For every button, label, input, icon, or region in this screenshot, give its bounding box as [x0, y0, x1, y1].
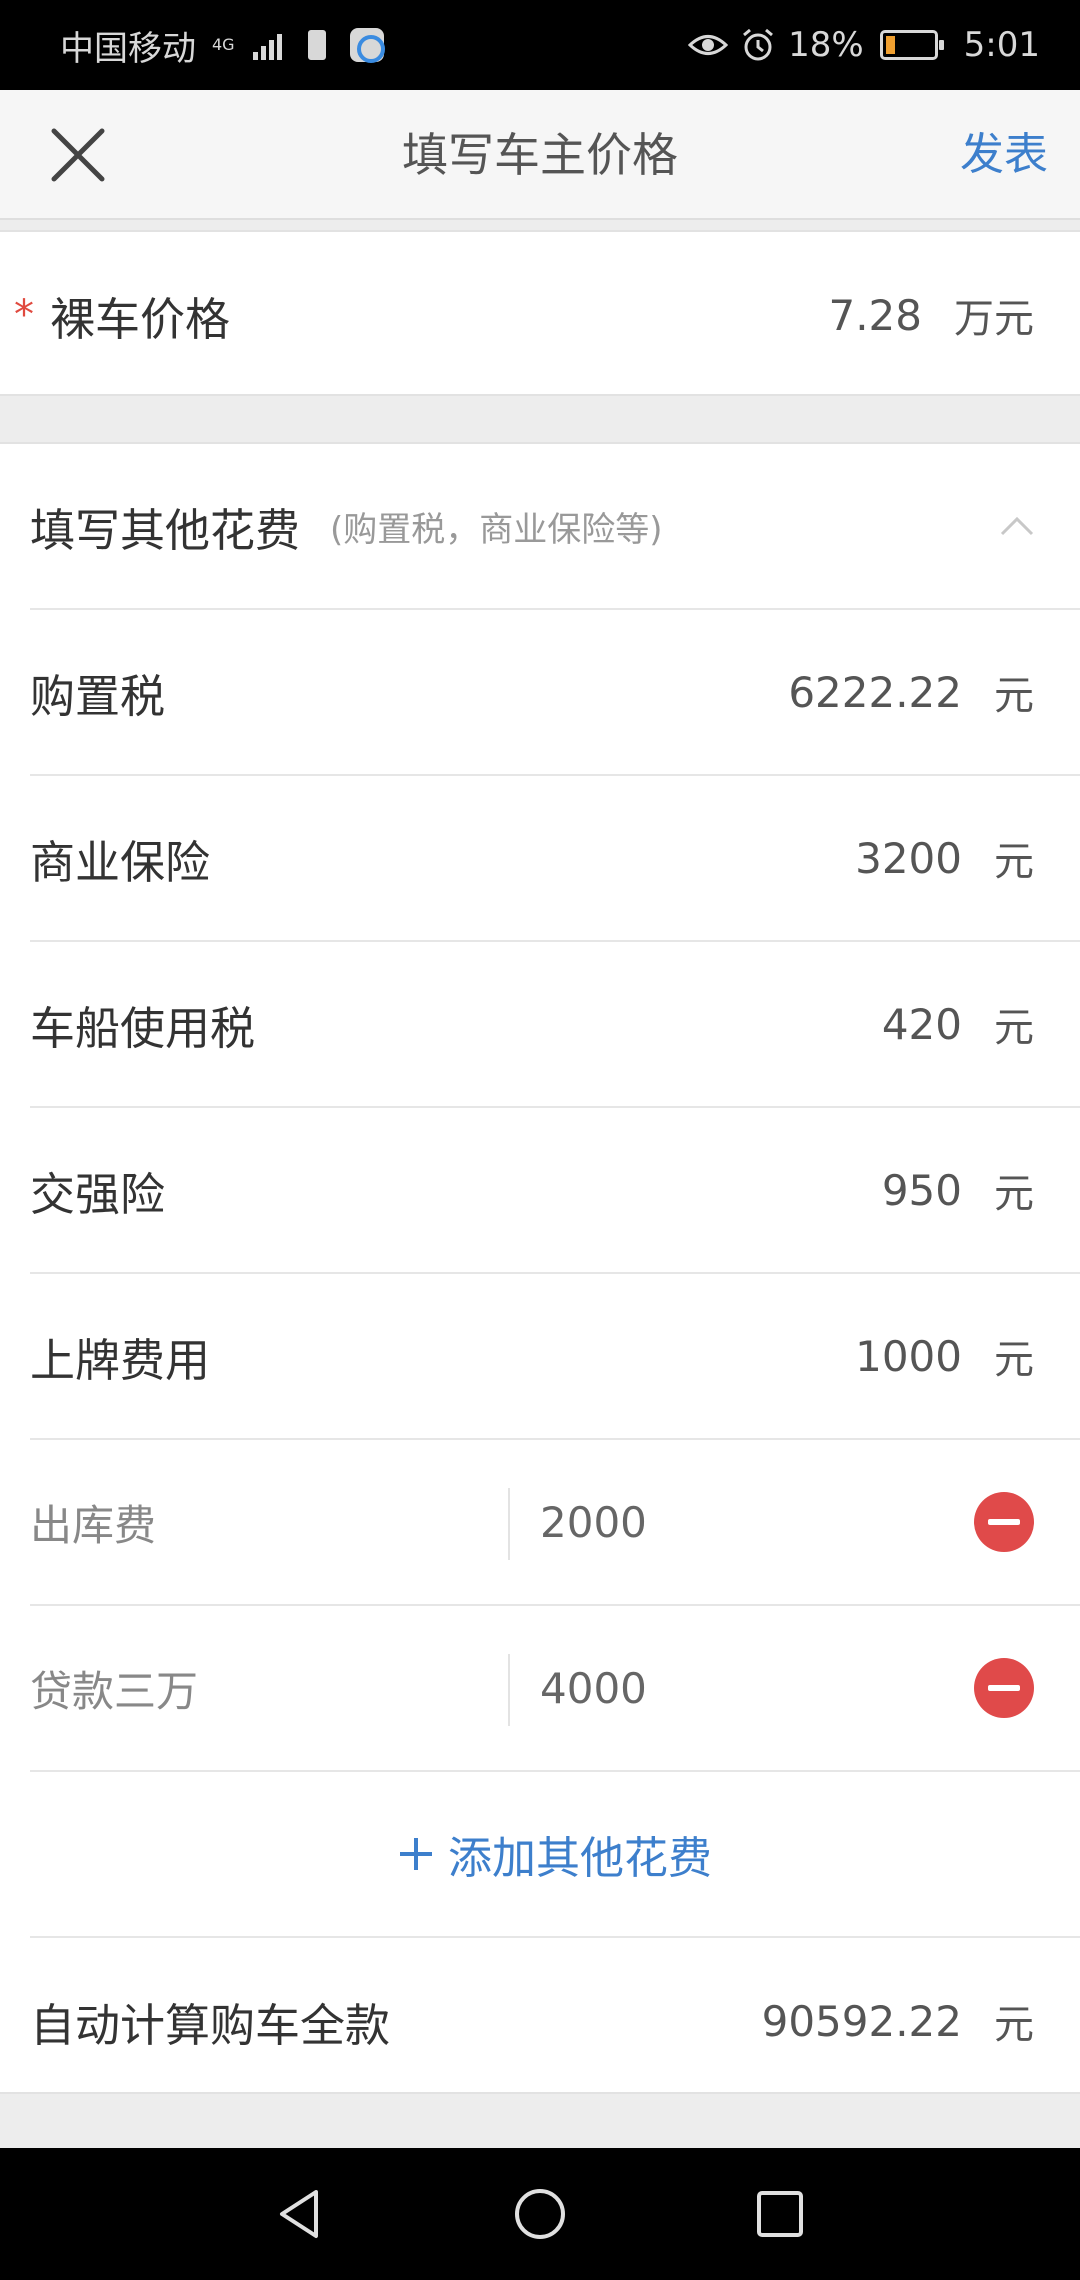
fee-value[interactable]: 950: [882, 1166, 962, 1215]
battery-saver-icon: [307, 30, 326, 60]
fee-row-commercial-insurance[interactable]: 商业保险 3200 元: [30, 776, 1080, 942]
custom-fee-name[interactable]: 出库费: [30, 1492, 156, 1553]
navigation-bar: [0, 2148, 1080, 2280]
total-value: 90592.22: [761, 1996, 962, 2046]
base-price-unit: 万元: [954, 296, 1034, 342]
other-costs-header[interactable]: 填写其他花费 (购置税，商业保险等): [30, 444, 1080, 610]
chevron-up-icon[interactable]: [1000, 516, 1034, 536]
other-costs-hint: (购置税，商业保险等): [330, 509, 663, 550]
custom-fee-row: 出库费 2000: [30, 1440, 1080, 1606]
recents-icon[interactable]: [752, 2186, 808, 2242]
remove-fee-icon[interactable]: [974, 1658, 1034, 1718]
add-fee-label: 添加其他花费: [448, 1833, 712, 1884]
base-price-label: 裸车价格: [50, 292, 231, 346]
app-notification-icon: [349, 28, 385, 63]
other-costs-card: 填写其他花费 (购置税，商业保险等) 购置税 6222.22 元 商业保险 32…: [0, 442, 1080, 2094]
signal-icon: [252, 30, 282, 60]
fee-row-license-plate[interactable]: 上牌费用 1000 元: [30, 1274, 1080, 1440]
custom-fee-value[interactable]: 4000: [540, 1664, 647, 1713]
back-icon[interactable]: [272, 2186, 328, 2242]
divider: [508, 1488, 510, 1560]
fee-unit: 元: [994, 1171, 1034, 1217]
home-icon[interactable]: [512, 2186, 568, 2242]
fee-label: 商业保险: [30, 835, 211, 889]
add-fee-button[interactable]: 添加其他花费: [30, 1772, 1080, 1938]
fee-value[interactable]: 3200: [855, 834, 962, 883]
fee-label: 上牌费用: [30, 1333, 211, 1387]
base-price-row[interactable]: 裸车价格 7.28 万元: [50, 232, 1080, 398]
custom-fee-row: 贷款三万 4000: [30, 1606, 1080, 1772]
custom-fee-name[interactable]: 贷款三万: [30, 1658, 198, 1719]
fee-value[interactable]: 1000: [855, 1332, 962, 1381]
clock: 5:01: [963, 25, 1040, 65]
fee-value[interactable]: 6222.22: [788, 668, 962, 717]
base-price-card: * 裸车价格 7.28 万元: [0, 230, 1080, 396]
other-costs-title: 填写其他花费: [30, 503, 301, 557]
battery-icon: [879, 30, 944, 60]
eye-icon: [688, 35, 729, 55]
divider: [508, 1654, 510, 1726]
fee-row-compulsory-insurance[interactable]: 交强险 950 元: [30, 1108, 1080, 1274]
total-row: 自动计算购车全款 90592.22 元: [30, 1938, 1080, 2104]
top-bar: 填写车主价格 发表: [0, 90, 1080, 220]
alarm-icon: [743, 28, 774, 61]
fee-label: 车船使用税: [30, 1001, 256, 1055]
fee-unit: 元: [994, 1337, 1034, 1383]
custom-fee-value[interactable]: 2000: [540, 1498, 647, 1547]
fee-value[interactable]: 420: [882, 1000, 962, 1049]
fee-row-vehicle-tax[interactable]: 车船使用税 420 元: [30, 942, 1080, 1108]
total-unit: 元: [994, 2002, 1034, 2048]
status-bar: 中国移动 4G 18% 5:01: [0, 0, 1080, 90]
network-type: 4G: [212, 35, 235, 54]
battery-percent: 18%: [788, 25, 864, 65]
publish-button[interactable]: 发表: [960, 90, 1048, 220]
fee-row-purchase-tax[interactable]: 购置税 6222.22 元: [30, 610, 1080, 776]
page-title: 填写车主价格: [402, 128, 678, 182]
fee-label: 购置税: [30, 669, 166, 723]
base-price-value[interactable]: 7.28: [828, 291, 922, 340]
total-label: 自动计算购车全款: [30, 1998, 391, 2052]
fee-unit: 元: [994, 1005, 1034, 1051]
battery-level: [885, 36, 895, 54]
plus-icon: [400, 1838, 432, 1870]
fee-unit: 元: [994, 673, 1034, 719]
fee-label: 交强险: [30, 1167, 166, 1221]
fee-unit: 元: [994, 839, 1034, 885]
remove-fee-icon[interactable]: [974, 1492, 1034, 1552]
carrier-name: 中国移动: [60, 28, 196, 69]
required-mark: *: [14, 292, 34, 338]
